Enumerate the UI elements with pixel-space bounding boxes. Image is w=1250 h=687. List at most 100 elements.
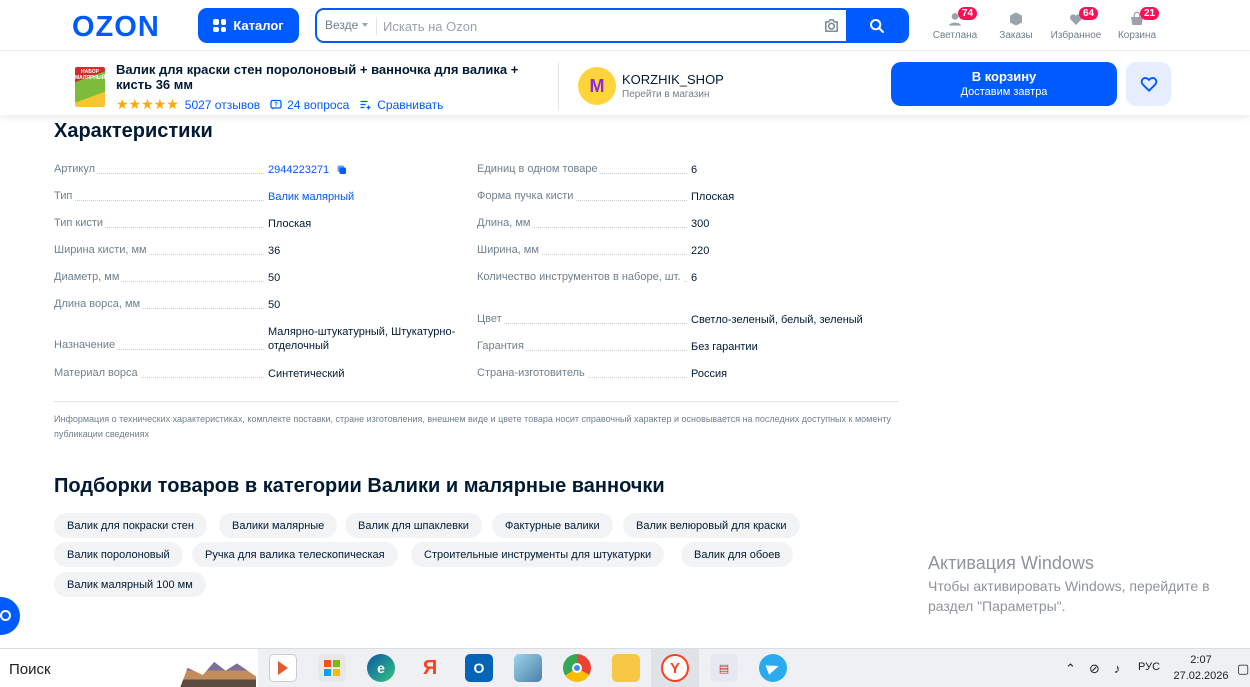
clock-time: 2:07 bbox=[1190, 654, 1212, 666]
activation-title: Активация Windows bbox=[928, 553, 1094, 573]
questions-link[interactable]: ? 24 вопроса bbox=[270, 98, 349, 112]
collection-chip[interactable]: Валик поролоновый bbox=[54, 542, 183, 567]
type-link[interactable]: Валик малярный bbox=[268, 190, 474, 204]
spec-row: Цвет Светло-зеленый, белый, зеленый bbox=[477, 312, 897, 327]
chat-button[interactable] bbox=[0, 597, 20, 635]
spec-row: Единиц в одном товаре 6 bbox=[477, 162, 897, 177]
chevron-up-icon[interactable]: ⌃ bbox=[1065, 661, 1076, 677]
shop-link[interactable]: Перейти в магазин bbox=[622, 89, 710, 100]
chrome-icon[interactable] bbox=[563, 654, 591, 682]
search-button[interactable] bbox=[846, 10, 907, 41]
collection-chip[interactable]: Валик для шпаклевки bbox=[345, 513, 482, 538]
store-icon[interactable] bbox=[318, 654, 346, 682]
file-explorer-icon[interactable] bbox=[612, 654, 640, 682]
product-thumbnail[interactable]: НАБОР МАЛЯРНЫЙ bbox=[75, 67, 105, 107]
header-favorites[interactable]: 64 Избранное bbox=[1046, 7, 1106, 41]
spec-key: Длина, мм bbox=[477, 216, 691, 231]
spec-row: Диаметр, мм 50 bbox=[54, 270, 474, 285]
spec-key: Материал ворса bbox=[54, 366, 268, 381]
compare-link[interactable]: Сравнивать bbox=[359, 98, 443, 112]
spec-key: Диаметр, мм bbox=[54, 270, 268, 285]
spec-key: Артикул bbox=[54, 162, 268, 177]
outlook-icon[interactable]: O bbox=[465, 654, 493, 682]
taskbar-search-label: Поиск bbox=[9, 661, 51, 678]
language-indicator[interactable]: РУС bbox=[1138, 661, 1160, 673]
collection-chip[interactable]: Валик велюровый для краски bbox=[623, 513, 800, 538]
spec-key: Количество инструментов в наборе, шт. bbox=[477, 270, 691, 285]
spec-key: Ширина кисти, мм bbox=[54, 243, 268, 258]
spec-value: 36 bbox=[268, 245, 281, 257]
cart-badge: 21 bbox=[1140, 7, 1160, 20]
collection-chip[interactable]: Строительные инструменты для штукатурки bbox=[411, 542, 665, 567]
camera-icon[interactable] bbox=[823, 17, 840, 34]
article-value[interactable]: 2944223271 bbox=[268, 163, 474, 177]
profile-label: Светлана bbox=[932, 30, 978, 41]
collection-chip[interactable]: Валик малярный 100 мм bbox=[54, 572, 206, 597]
spec-value: 50 bbox=[268, 272, 281, 284]
heart-outline-icon bbox=[1140, 77, 1157, 92]
questions-label: 24 вопроса bbox=[287, 97, 350, 112]
spec-value: 220 bbox=[691, 245, 710, 257]
yandex-browser-icon[interactable]: Y bbox=[661, 654, 689, 682]
search-input[interactable] bbox=[383, 14, 813, 38]
catalog-button[interactable]: Каталог bbox=[198, 8, 299, 43]
media-player-icon[interactable] bbox=[269, 654, 297, 682]
header-cart[interactable]: 21 Корзина bbox=[1107, 7, 1167, 41]
collection-chip[interactable]: Валики малярные bbox=[219, 513, 338, 538]
spec-value: Синтетический bbox=[268, 368, 345, 380]
spec-key: Тип bbox=[54, 189, 268, 204]
question-icon: ? bbox=[270, 99, 282, 110]
copy-icon[interactable] bbox=[336, 164, 348, 176]
thumbnail-text: НАБОР МАЛЯРНЫЙ bbox=[75, 69, 105, 81]
add-to-favorites-button[interactable] bbox=[1126, 62, 1171, 106]
taskbar-clock[interactable]: 2:07 27.02.2026 bbox=[1171, 652, 1231, 684]
catalog-label: Каталог bbox=[233, 18, 284, 33]
speaker-icon[interactable]: ♪ bbox=[1114, 661, 1121, 676]
chat-icon bbox=[0, 610, 11, 621]
characteristics-title: Характеристики bbox=[54, 120, 213, 142]
document-app-icon[interactable]: ▤ bbox=[710, 654, 738, 682]
favorites-badge: 64 bbox=[1079, 7, 1099, 20]
notifications-icon[interactable]: ▢ bbox=[1237, 661, 1249, 677]
product-title[interactable]: Валик для краски стен поролоновый + ванн… bbox=[116, 62, 536, 92]
shop-logo[interactable]: M bbox=[578, 67, 616, 105]
svg-text:?: ? bbox=[274, 102, 278, 108]
section-divider bbox=[54, 401, 899, 402]
search-highlight-image bbox=[180, 661, 256, 687]
notes-app-icon[interactable] bbox=[514, 654, 542, 682]
search-bar: Везде bbox=[315, 8, 909, 43]
yandex-icon[interactable]: Я bbox=[416, 654, 444, 682]
add-to-cart-label: В корзину bbox=[971, 69, 1037, 84]
chevron-down-icon bbox=[362, 23, 369, 27]
spec-row: Страна-изготовитель Россия bbox=[477, 366, 897, 381]
ozon-logo[interactable]: OZON bbox=[72, 11, 160, 44]
search-scope-select[interactable]: Везде bbox=[325, 18, 369, 32]
spec-key: Длина ворса, мм bbox=[54, 297, 268, 312]
collection-chip[interactable]: Валик для обоев bbox=[681, 542, 794, 567]
favorites-label: Избранное bbox=[1050, 30, 1102, 41]
delivery-label: Доставим завтра bbox=[960, 86, 1048, 98]
collection-chip[interactable]: Валик для покраски стен bbox=[54, 513, 207, 538]
compare-icon bbox=[360, 100, 371, 109]
telegram-icon[interactable] bbox=[759, 654, 787, 682]
orders-label: Заказы bbox=[999, 30, 1033, 41]
add-to-cart-button[interactable]: В корзину Доставим завтра bbox=[891, 62, 1117, 106]
shop-name[interactable]: KORZHIK_SHOP bbox=[622, 72, 724, 87]
product-rating-row: ★★★★★ 5027 отзывов ? 24 вопроса Сравнива… bbox=[116, 96, 443, 113]
spec-key: Назначение bbox=[54, 338, 268, 353]
header-profile[interactable]: 74 Светлана bbox=[925, 7, 985, 41]
spec-value: Светло-зеленый, белый, зеленый bbox=[691, 314, 863, 326]
taskbar-search[interactable]: Поиск bbox=[0, 649, 258, 687]
collection-chip[interactable]: Фактурные валики bbox=[492, 513, 613, 538]
reviews-link[interactable]: 5027 отзывов bbox=[185, 98, 260, 112]
collection-chip[interactable]: Ручка для валика телескопическая bbox=[192, 542, 398, 567]
spec-row: Тип кисти Плоская bbox=[54, 216, 474, 231]
windows-taskbar: Поиск e Я O Y ▤ ⌃ ⊘ ♪ РУС 2:07 27.02.202… bbox=[0, 648, 1250, 687]
site-header: OZON Каталог Везде 74 Светлана Заказы bbox=[0, 0, 1250, 51]
edge-icon[interactable]: e bbox=[367, 654, 395, 682]
header-orders[interactable]: Заказы bbox=[986, 9, 1046, 41]
star-rating-icon[interactable]: ★★★★★ bbox=[116, 96, 179, 113]
spec-row: Количество инструментов в наборе, шт. 6 bbox=[477, 270, 897, 285]
spec-value: Россия bbox=[691, 368, 728, 380]
network-off-icon[interactable]: ⊘ bbox=[1089, 661, 1100, 677]
